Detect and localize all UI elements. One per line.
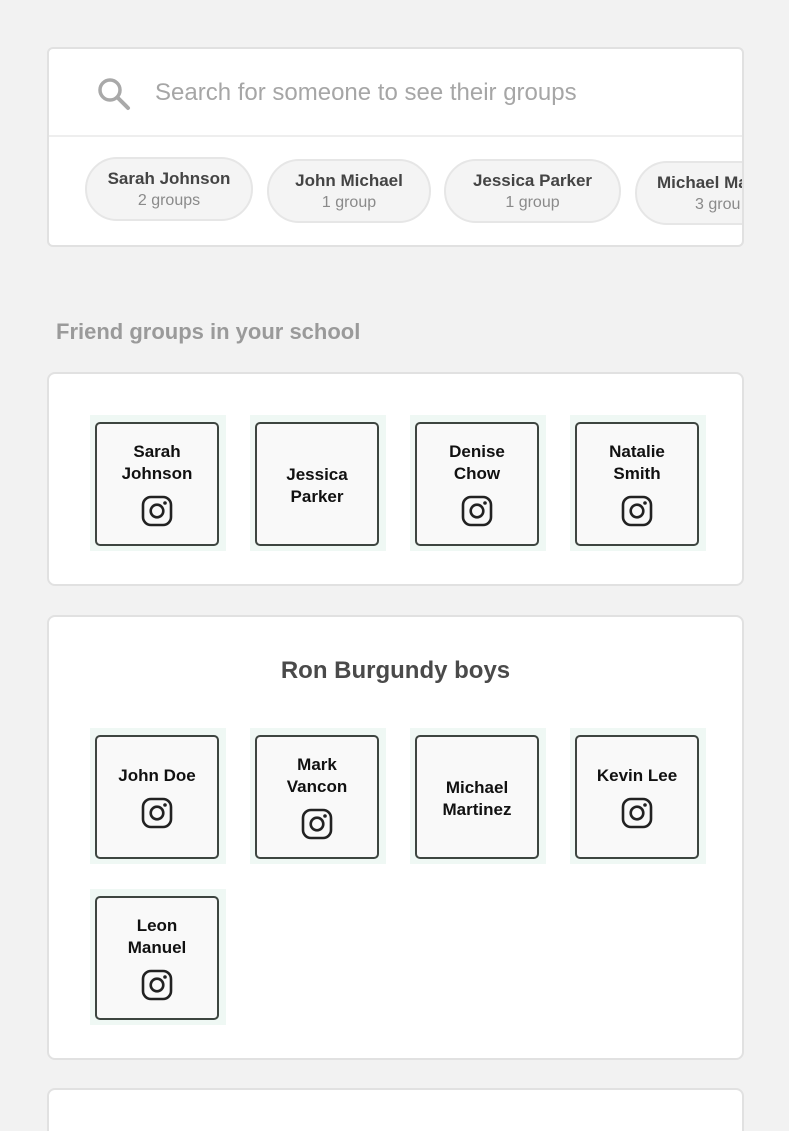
instagram-icon[interactable] [141,495,173,527]
member-tile[interactable]: Mark Vancon [255,735,379,859]
chip-group-count: 1 group [505,194,560,211]
page: Sarah Johnson 2 groups John Michael 1 gr… [0,0,789,1131]
group-card: Ron Burgundy boys John Doe Mark Vancon M… [47,615,744,1060]
chip-name: Sarah Johnson [107,169,231,188]
member-tile[interactable]: Leon Manuel [95,896,219,1020]
chip-name: Jessica Parker [472,171,593,190]
chip-group-count: 2 groups [137,192,201,209]
search-bar [49,49,742,137]
member-name: Natalie Smith [609,442,665,483]
member-name: Denise Chow [449,442,505,483]
chip-name: Michael Ma [657,173,742,192]
group-card: Sarah Johnson Jessica Parker Denise Chow [47,372,744,586]
member-name: Mark Vancon [286,755,348,796]
member-name: Sarah Johnson [121,442,193,483]
suggestion-chips: Sarah Johnson 2 groups John Michael 1 gr… [49,137,742,245]
instagram-icon[interactable] [461,495,493,527]
suggestion-chip[interactable]: John Michael 1 group [267,159,431,223]
suggestion-chip[interactable]: Sarah Johnson 2 groups [85,157,253,221]
suggestion-chip[interactable]: Jessica Parker 1 group [444,159,621,223]
member-tile[interactable]: Kevin Lee [575,735,699,859]
instagram-icon[interactable] [621,495,653,527]
group-title: Ron Burgundy boys [280,657,511,684]
chip-group-count: 1 group [321,194,377,211]
member-name: Leon Manuel [127,916,187,957]
chip-group-count: 3 grou [695,196,741,213]
member-tile[interactable]: Jessica Parker [255,422,379,546]
group-card [47,1088,744,1131]
member-name: Michael Martinez [442,778,512,819]
member-tile[interactable]: John Doe [95,735,219,859]
member-tile-wrapper: John Doe [90,728,226,864]
instagram-icon[interactable] [301,808,333,840]
member-tile-wrapper: Natalie Smith [570,415,706,551]
instagram-icon[interactable] [621,797,653,829]
member-tile[interactable]: Natalie Smith [575,422,699,546]
search-input[interactable] [155,71,715,115]
member-name: Kevin Lee [596,766,678,785]
member-name: Jessica Parker [286,465,348,506]
member-tile[interactable]: Denise Chow [415,422,539,546]
member-tile[interactable]: Sarah Johnson [95,422,219,546]
member-tile[interactable]: Michael Martinez [415,735,539,859]
member-tile-wrapper: Jessica Parker [250,415,386,551]
member-tile-wrapper: Leon Manuel [90,889,226,1025]
search-icon [98,78,130,110]
search-card: Sarah Johnson 2 groups John Michael 1 gr… [47,47,744,247]
member-tile-wrapper: Michael Martinez [410,728,546,864]
section-title: Friend groups in your school [56,319,361,344]
suggestion-chip[interactable]: Michael Ma 3 grou [635,161,742,225]
instagram-icon[interactable] [141,797,173,829]
instagram-icon[interactable] [141,969,173,1001]
member-tile-wrapper: Denise Chow [410,415,546,551]
member-tile-wrapper: Kevin Lee [570,728,706,864]
member-tile-wrapper: Mark Vancon [250,728,386,864]
member-name: John Doe [118,766,196,785]
chip-name: John Michael [295,171,403,190]
member-tile-wrapper: Sarah Johnson [90,415,226,551]
